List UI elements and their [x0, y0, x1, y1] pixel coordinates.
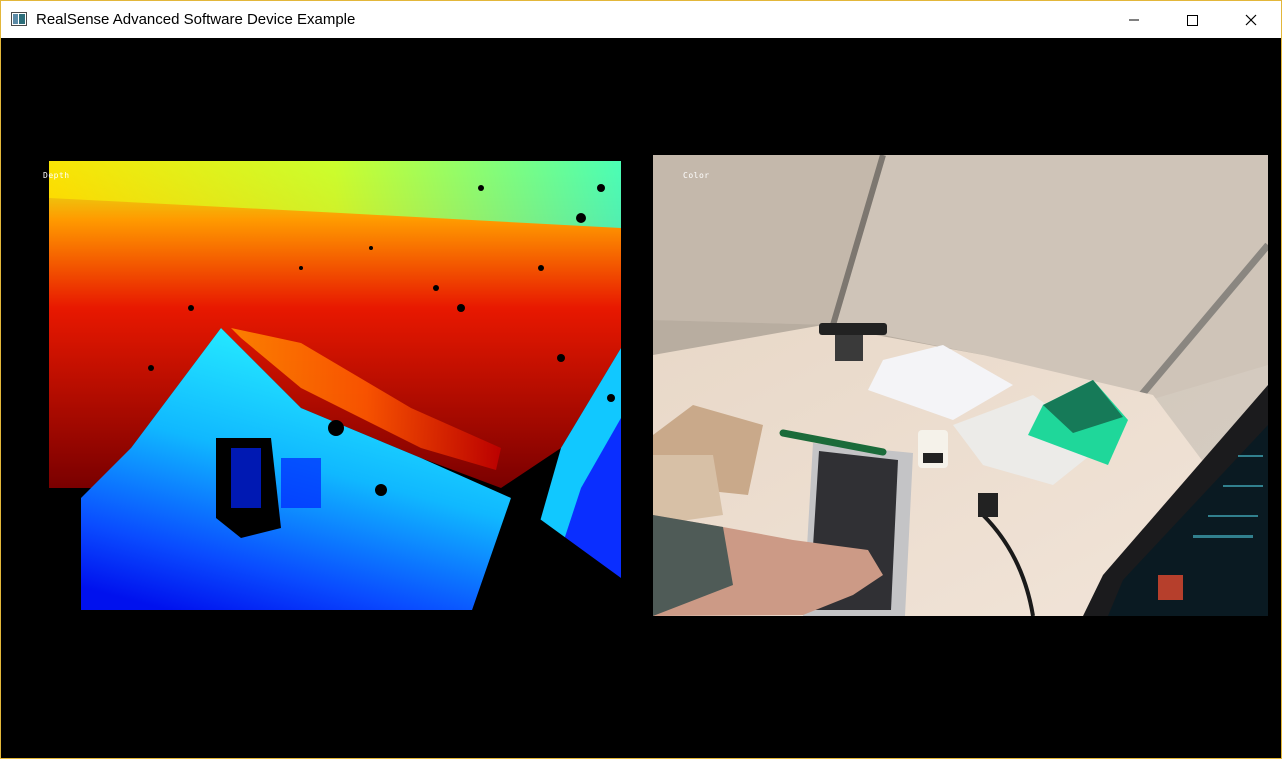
stream-viewport: Depth Color	[1, 38, 1281, 758]
title-bar[interactable]: RealSense Advanced Software Device Examp…	[1, 1, 1281, 38]
depth-frame	[41, 158, 621, 613]
color-stream-label: Color	[683, 171, 710, 180]
depth-stream-view: Depth	[41, 158, 625, 613]
maximize-icon	[1187, 14, 1198, 26]
app-window: RealSense Advanced Software Device Examp…	[0, 0, 1282, 759]
maximize-button[interactable]	[1163, 1, 1221, 38]
depth-stream-label: Depth	[43, 171, 70, 180]
close-button[interactable]	[1222, 1, 1280, 38]
color-frame	[653, 155, 1268, 616]
minimize-button[interactable]	[1105, 1, 1163, 38]
window-title: RealSense Advanced Software Device Examp…	[36, 11, 356, 28]
app-window-icon	[11, 12, 27, 26]
close-icon	[1245, 14, 1257, 25]
minimize-icon	[1129, 19, 1139, 20]
color-stream-view: Color	[653, 155, 1268, 616]
